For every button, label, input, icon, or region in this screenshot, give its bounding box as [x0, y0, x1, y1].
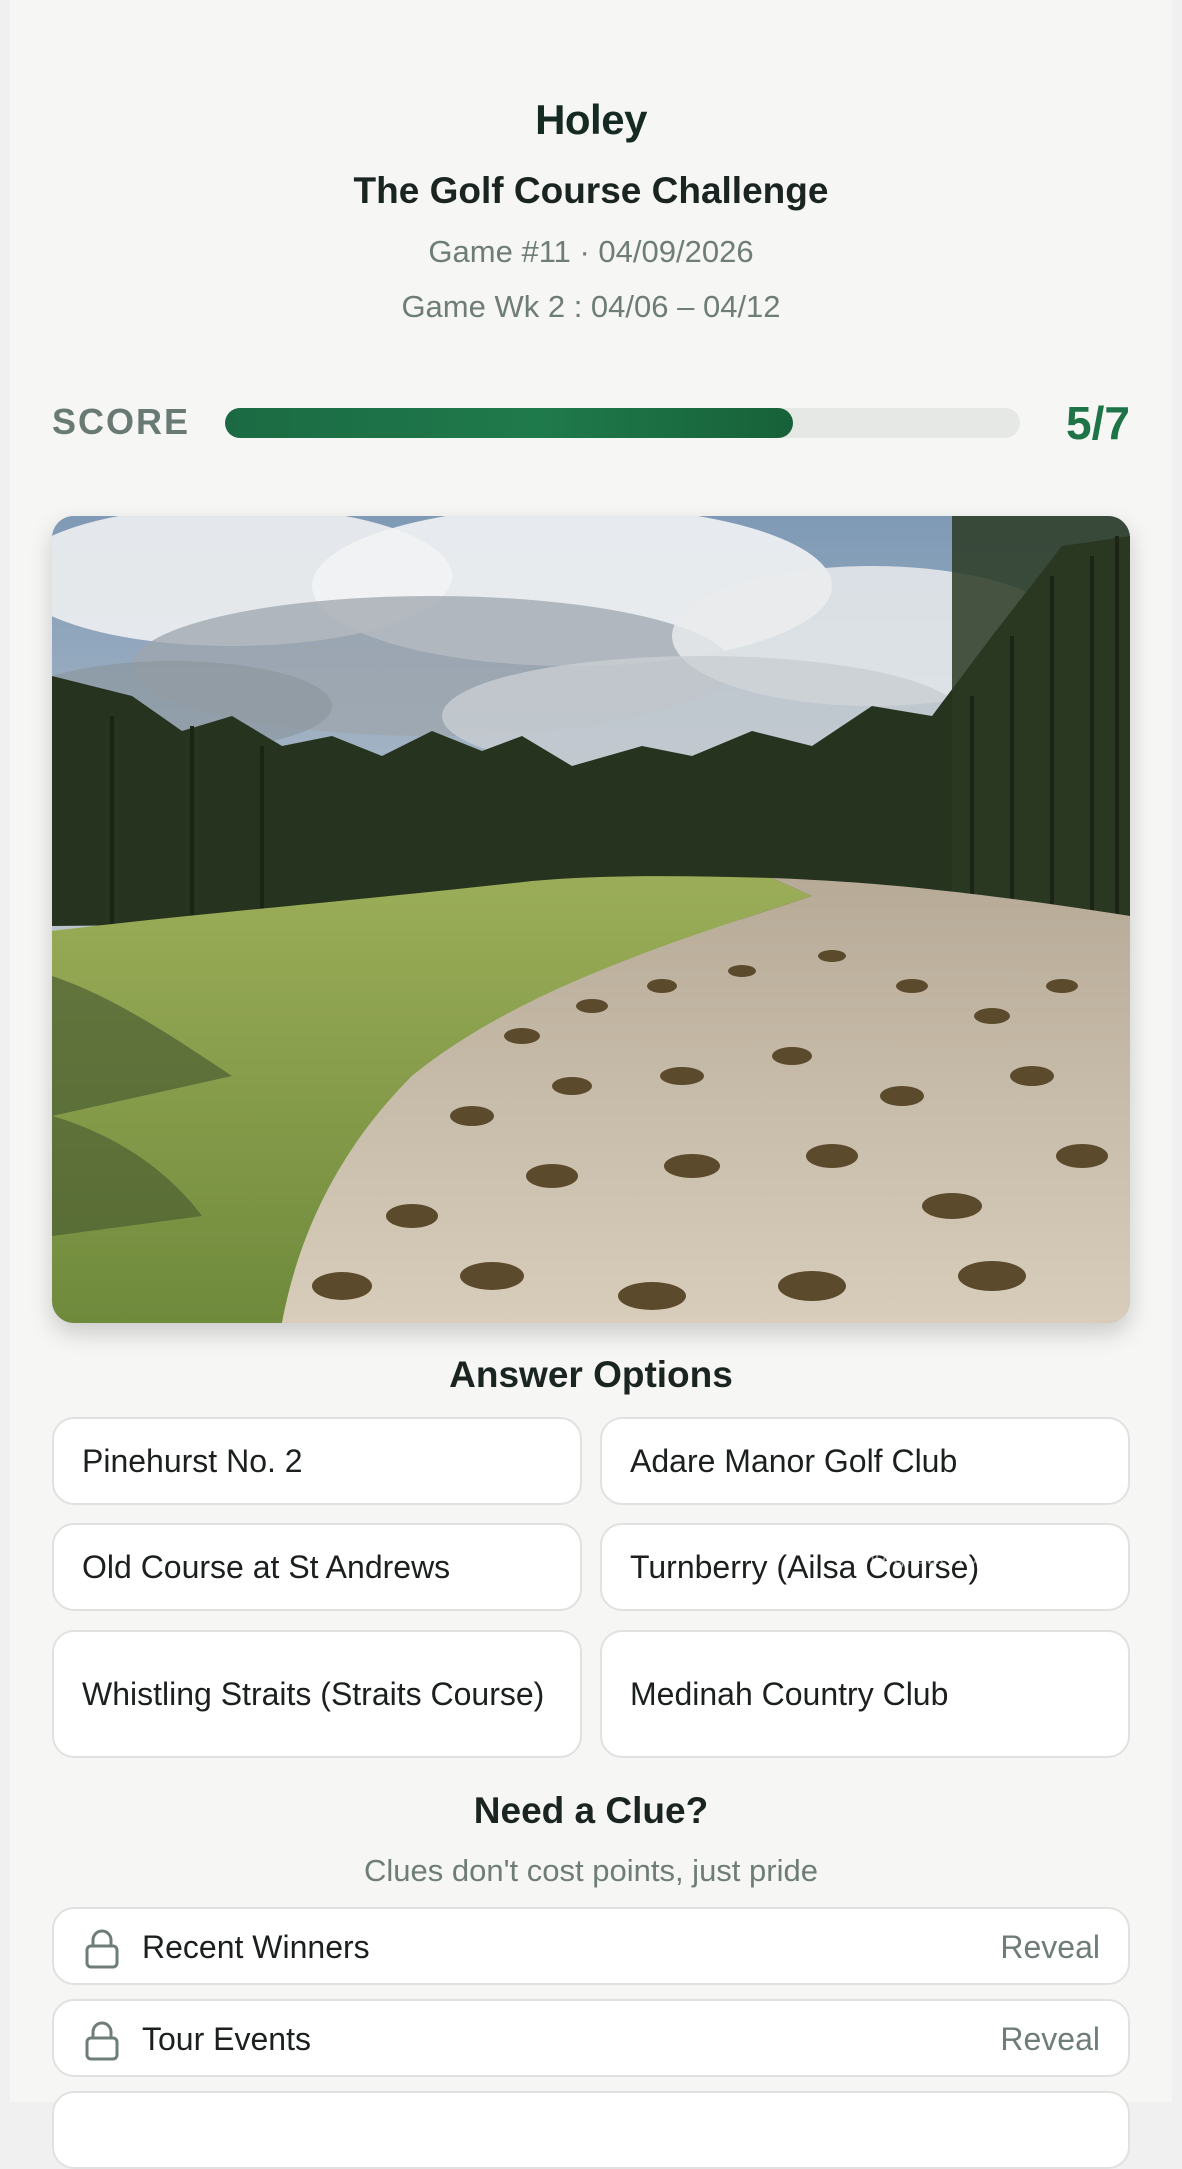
score-value: 5/7	[1066, 397, 1130, 449]
answer-option-5[interactable]: Whistling Straits (Straits Course)	[52, 1630, 582, 1758]
lock-icon	[85, 1929, 119, 1969]
score-progress-fill	[225, 408, 793, 438]
game-subtitle: The Golf Course Challenge	[353, 170, 829, 211]
clue-section-title: Need a Clue?	[473, 1790, 709, 1831]
reveal-button[interactable]: Reveal	[1000, 1929, 1100, 1966]
score-progress-bar	[225, 408, 1020, 438]
clue-row-recent-winners[interactable]: Recent Winners Reveal	[52, 1907, 1130, 1985]
game-week-range: Game Wk 2 : 04/06 – 04/12	[401, 289, 781, 324]
answer-option-1[interactable]: Pinehurst No. 2	[52, 1417, 582, 1505]
game-screen: Holey The Golf Course Challenge Game #11…	[10, 0, 1172, 2169]
clue-section-subtitle: Clues don't cost points, just pride	[364, 1853, 818, 1888]
lock-icon	[85, 2021, 119, 2061]
clue-label: Tour Events	[142, 2021, 311, 2057]
reveal-button[interactable]: Reveal	[1000, 2021, 1100, 2058]
clue-label: Recent Winners	[142, 1929, 370, 1965]
clue-row-tour-events[interactable]: Tour Events Reveal	[52, 1999, 1130, 2077]
score-label: SCORE	[52, 401, 191, 442]
app-title: Holey	[535, 96, 647, 143]
answer-option-label: Whistling Straits (Straits Course)	[82, 1676, 545, 1712]
answer-option-label: Adare Manor Golf Club	[630, 1443, 958, 1479]
answer-option-3[interactable]: Old Course at St Andrews	[52, 1523, 582, 1611]
answer-option-label: Medinah Country Club	[630, 1676, 949, 1712]
watermark: @greatercreatorsgames	[870, 1544, 1119, 1569]
answer-option-label: Pinehurst No. 2	[82, 1443, 303, 1479]
answer-option-2[interactable]: Adare Manor Golf Club	[600, 1417, 1130, 1505]
course-photo	[52, 516, 1130, 1323]
course-photo-image	[52, 516, 1130, 1323]
game-number-date: Game #11 · 04/09/2026	[428, 234, 754, 269]
answer-options-title: Answer Options	[449, 1354, 733, 1395]
clue-row-next[interactable]	[52, 2091, 1130, 2169]
answer-option-6[interactable]: Medinah Country Club	[600, 1630, 1130, 1758]
answer-option-label: Old Course at St Andrews	[82, 1549, 451, 1585]
